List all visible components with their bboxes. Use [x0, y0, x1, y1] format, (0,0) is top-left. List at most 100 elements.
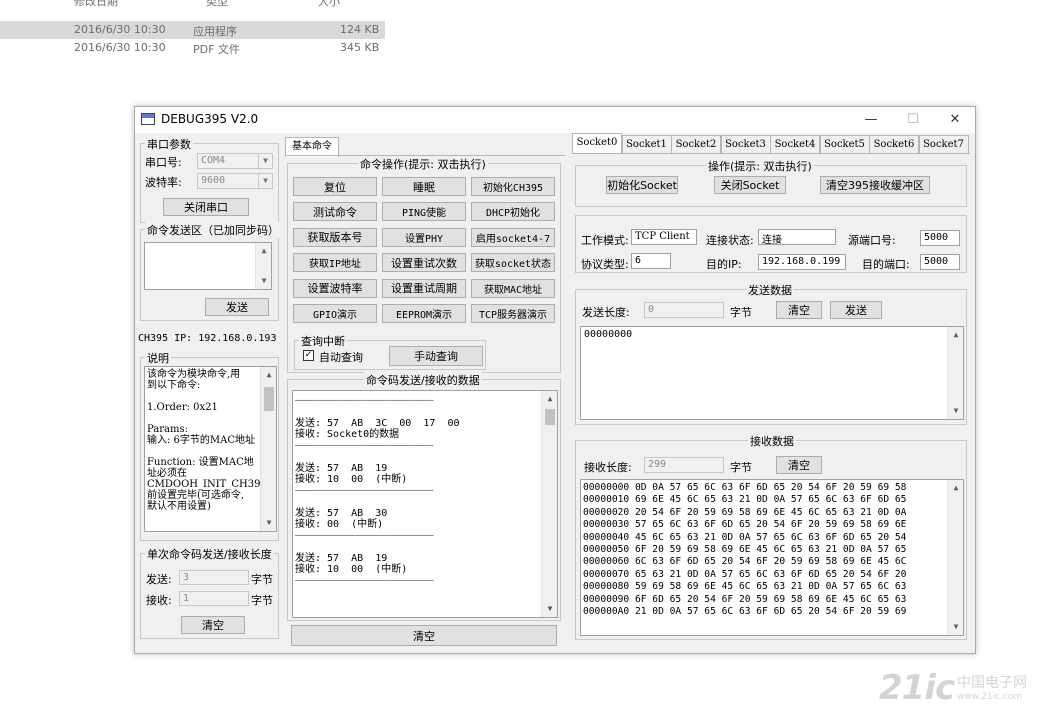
vertical-scrollbar[interactable]: ▲ ▼ — [947, 327, 963, 419]
manual-query-button[interactable]: 手动查询 — [389, 346, 483, 366]
cmd-button[interactable]: 获取socket状态 — [471, 253, 555, 273]
cmd-button[interactable]: 测试命令 — [293, 202, 377, 222]
maximize-button[interactable]: ☐ — [893, 109, 933, 131]
dest-port-field[interactable]: 5000 — [920, 254, 960, 270]
description-line: Params: — [147, 424, 188, 435]
send-length-field[interactable]: 0 — [644, 302, 724, 318]
hex-line: 00000040 45 6C 65 63 21 0D 0A 57 65 6C 6… — [583, 531, 907, 543]
recv-length-label: 接收长度: — [584, 461, 632, 474]
protocol-field[interactable]: 6 — [631, 253, 671, 269]
socket-tab-strip: Socket0 Socket1 Socket2 Socket3 Socket4 Socke… — [572, 133, 972, 155]
tab-socket4[interactable]: Socket4 — [770, 135, 820, 153]
log-send-line: 发送: 57 AB 19 — [295, 463, 388, 474]
baud-select[interactable]: 9600 ▼ — [197, 173, 273, 189]
tab-socket1[interactable]: Socket1 — [621, 135, 672, 153]
cmd-data-clear-button[interactable]: 清空 — [291, 625, 557, 646]
vertical-scrollbar[interactable]: ▲ ▼ — [260, 367, 276, 531]
chevron-down-icon[interactable]: ▼ — [258, 174, 272, 188]
scroll-thumb[interactable] — [545, 409, 555, 425]
tab-socket0[interactable]: Socket0 — [572, 133, 622, 153]
cmd-button[interactable]: DHCP初始化 — [471, 202, 555, 222]
log-send-line: 发送: 57 AB 19 — [295, 553, 388, 564]
cmd-button[interactable]: TCP服务器演示 — [471, 304, 555, 323]
scroll-down-icon[interactable]: ▼ — [948, 619, 963, 635]
mode-field[interactable]: TCP Client — [631, 229, 697, 245]
recv-length-field[interactable]: 299 — [644, 457, 724, 473]
cmd-button[interactable]: 获取MAC地址 — [471, 278, 555, 298]
scroll-up-icon[interactable]: ▲ — [542, 391, 557, 407]
explorer-file-row[interactable]: 2016/6/30 10:30 应用程序 124 KB — [0, 21, 385, 39]
debug395-window: DEBUG395 V2.0 — ☐ ✕ 串口参数 串口号: COM4 ▼ 波特率… — [134, 106, 976, 654]
app-icon — [141, 113, 155, 125]
description-line — [147, 446, 274, 457]
cmd-button[interactable]: 获取IP地址 — [293, 253, 377, 273]
cmd-button[interactable]: 复位 — [293, 177, 377, 196]
cmd-button[interactable]: 设置波特率 — [293, 278, 377, 298]
port-select[interactable]: COM4 ▼ — [197, 153, 273, 169]
scroll-down-icon[interactable]: ▼ — [948, 403, 963, 419]
send-clear-button[interactable]: 清空 — [776, 301, 822, 319]
send-cmd-button[interactable]: 发送 — [205, 298, 269, 316]
state-field[interactable]: 连接 — [758, 229, 836, 245]
chevron-down-icon[interactable]: ▼ — [258, 154, 272, 168]
scroll-down-icon[interactable]: ▼ — [261, 515, 276, 531]
vertical-scrollbar[interactable]: ▲ ▼ — [255, 243, 271, 289]
scroll-thumb[interactable] — [264, 387, 274, 411]
protocol-label: 协议类型: — [581, 258, 629, 271]
cmd-button[interactable]: PING使能 — [382, 202, 466, 222]
tab-socket7[interactable]: Socket7 — [918, 135, 969, 153]
port-label: 串口号: — [145, 156, 182, 169]
auto-query-checkbox[interactable]: ✓ — [303, 350, 314, 361]
explorer-header-date: 修改日期 — [74, 0, 118, 8]
recv-length-field[interactable]: 1 — [179, 591, 249, 606]
cmd-data-log[interactable]: ——————————————————————— 发送: 57 AB 3C 00 1… — [292, 390, 558, 618]
description-line: 前设置完毕(可选命令, — [147, 490, 245, 501]
scroll-down-icon[interactable]: ▼ — [542, 601, 557, 617]
watermark-logo: 21ic — [879, 668, 955, 708]
hex-line: 00000050 6F 20 59 69 58 69 6E 45 6C 65 6… — [583, 544, 907, 556]
tab-socket3[interactable]: Socket3 — [720, 135, 771, 153]
scroll-up-icon[interactable]: ▲ — [261, 367, 276, 383]
cmd-button[interactable]: 睡眠 — [382, 177, 466, 196]
send-length-field[interactable]: 3 — [179, 570, 249, 585]
src-port-field[interactable]: 5000 — [920, 230, 960, 246]
cmd-button[interactable]: EEPROM演示 — [382, 304, 466, 323]
hex-line: 000000A0 21 0D 0A 57 65 6C 63 6F 6D 65 2… — [583, 606, 907, 618]
close-button[interactable]: ✕ — [935, 109, 975, 131]
cmd-button[interactable]: 初始化CH395 — [471, 177, 555, 196]
cmd-button[interactable]: GPIO演示 — [293, 304, 377, 323]
close-port-button[interactable]: 关闭串口 — [163, 198, 249, 216]
hex-line: 00000060 6C 63 6F 6D 65 20 54 6F 20 59 6… — [583, 556, 907, 568]
scroll-up-icon[interactable]: ▲ — [256, 243, 271, 259]
vertical-scrollbar[interactable]: ▲ ▼ — [541, 391, 557, 617]
dest-ip-field[interactable]: 192.168.0.199 — [758, 254, 846, 270]
cmd-button[interactable]: 设置PHY — [382, 227, 466, 247]
scroll-up-icon[interactable]: ▲ — [948, 327, 963, 343]
clear-395-buffer-button[interactable]: 清空395接收缓冲区 — [820, 176, 930, 194]
tab-socket5[interactable]: Socket5 — [819, 135, 870, 153]
vertical-scrollbar[interactable]: ▲ ▼ — [947, 480, 963, 635]
send-data-button[interactable]: 发送 — [830, 301, 882, 319]
recv-data-group: 接收数据 接收长度: 299 字节 清空 00000000 0D 0A 57 6… — [575, 433, 967, 640]
minimize-button[interactable]: — — [851, 109, 891, 131]
file-size: 124 KB — [340, 23, 380, 36]
scroll-down-icon[interactable]: ▼ — [256, 273, 271, 289]
title-bar[interactable]: DEBUG395 V2.0 — ☐ ✕ — [135, 107, 975, 133]
single-clear-button[interactable]: 清空 — [181, 616, 245, 634]
cmd-button[interactable]: 设置重试次数 — [382, 253, 466, 273]
cmd-button[interactable]: 获取版本号 — [293, 227, 377, 247]
tab-socket2[interactable]: Socket2 — [671, 135, 721, 153]
cmd-button[interactable]: 启用socket4-7 — [471, 227, 555, 247]
tab-socket6[interactable]: Socket6 — [869, 135, 919, 153]
cmd-button[interactable]: 设置重试周期 — [382, 278, 466, 298]
explorer-file-row[interactable]: 2016/6/30 10:30 PDF 文件 345 KB — [0, 39, 385, 57]
recv-clear-button[interactable]: 清空 — [776, 456, 822, 474]
init-socket-button[interactable]: 初始化Socket — [606, 176, 678, 194]
send-data-textarea[interactable]: 00000000 ▲ ▼ — [580, 326, 964, 420]
recv-data-hex-view[interactable]: 00000000 0D 0A 57 65 6C 63 6F 6D 65 20 5… — [580, 479, 964, 636]
log-send-line: 发送: 57 AB 30 — [295, 508, 388, 519]
close-socket-button[interactable]: 关闭Socket — [714, 176, 786, 194]
scroll-up-icon[interactable]: ▲ — [948, 480, 963, 496]
cmd-send-textarea[interactable]: ▲ ▼ — [144, 242, 272, 290]
tab-basic-commands[interactable]: 基本命令 — [285, 137, 339, 157]
